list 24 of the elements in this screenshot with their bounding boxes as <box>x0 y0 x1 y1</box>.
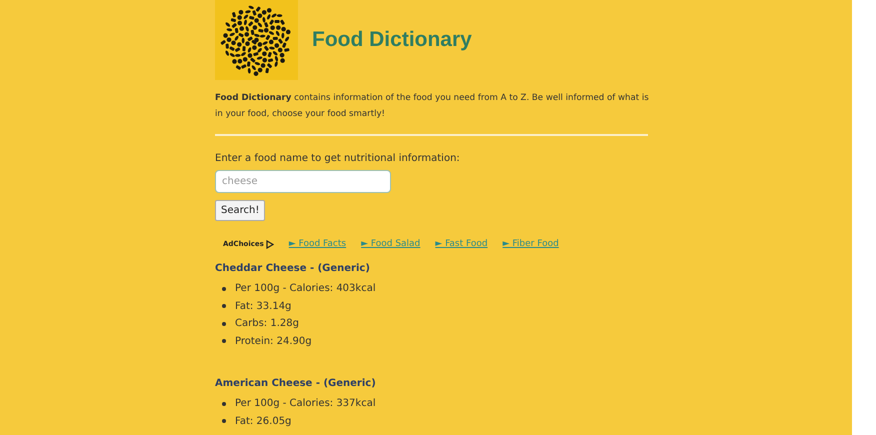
nutrition-fact: Per 100g - Calories: 403kcal <box>235 283 376 294</box>
bullet-icon <box>222 322 226 326</box>
search-label: Enter a food name to get nutritional information: <box>215 153 461 164</box>
bullet-icon <box>222 286 226 291</box>
ad-link[interactable]: ► Food Salad <box>361 239 420 249</box>
nutrition-fact: Protein: 24.90g <box>235 336 312 347</box>
bullet-icon <box>222 419 226 424</box>
bullet-icon <box>222 402 226 406</box>
ad-link[interactable]: ► Fiber Food <box>502 239 559 249</box>
ad-link[interactable]: ► Food Facts <box>288 239 346 249</box>
search-field[interactable]: cheese <box>215 170 391 193</box>
ad-link[interactable]: ► Fast Food <box>435 239 488 249</box>
bullet-icon <box>222 339 226 344</box>
food-name: Cheddar Cheese - (Generic) <box>215 263 371 274</box>
bullet-icon <box>222 304 226 308</box>
food-name: American Cheese - (Generic) <box>215 378 377 389</box>
search-button[interactable]: Search! <box>215 200 266 221</box>
nutrition-fact: Fat: 33.14g <box>235 300 292 312</box>
site-title: Food Dictionary <box>312 28 472 52</box>
intro-text: Food Dictionary contains information of the food you need from A to Z. Be well informed of what is in your food, choose your food smartly! <box>215 92 650 121</box>
play-icon[interactable] <box>266 240 274 248</box>
nutrition-fact: Per 100g - Calories: 337kcal <box>235 398 376 410</box>
nutrition-fact: Carbs: 1.28g <box>235 318 299 330</box>
nutrition-fact: Fat: 26.05g <box>235 416 292 427</box>
